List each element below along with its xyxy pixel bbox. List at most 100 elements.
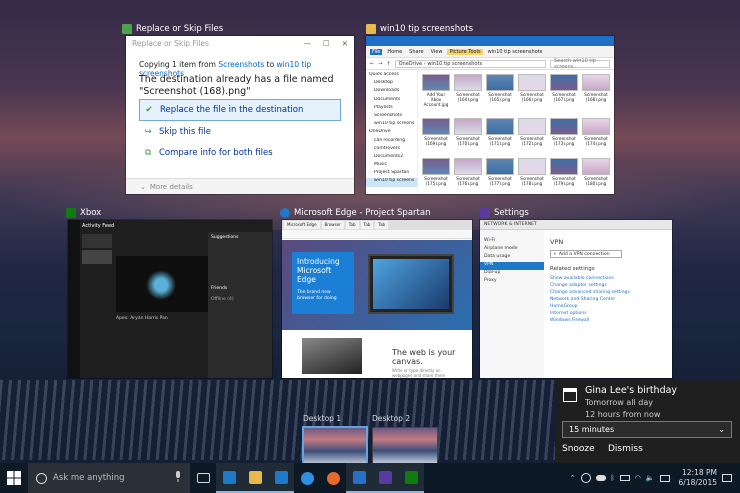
explorer-thumbnail[interactable]: File Home Share View Picture Tools win10… xyxy=(366,36,614,194)
snooze-duration-select[interactable]: 15 minutes ⌄ xyxy=(562,421,732,438)
file-item[interactable]: Screenshot (170).png xyxy=(454,118,482,154)
close-icon[interactable]: ✕ xyxy=(342,39,348,48)
taskbar-app-edge[interactable] xyxy=(294,463,320,493)
nav-item[interactable]: Quick access xyxy=(366,72,417,80)
wifi-icon[interactable]: ◠ xyxy=(635,474,641,482)
taskbar-app-xbox[interactable] xyxy=(398,463,424,493)
file-item[interactable]: Screenshot (177).png xyxy=(486,157,514,194)
file-item[interactable]: Screenshot (176).png xyxy=(454,157,482,194)
nav-item[interactable]: Documents xyxy=(366,97,417,105)
add-vpn-button[interactable]: + Add a VPN connection xyxy=(550,250,622,258)
tab-file[interactable]: File xyxy=(370,48,383,55)
nav-item[interactable]: Documents2 xyxy=(366,154,417,162)
file-item[interactable]: Screenshot (165).png xyxy=(486,74,514,115)
file-item[interactable]: Screenshot (166).png xyxy=(518,74,546,115)
more-details-toggle[interactable]: ⌄ More details xyxy=(126,178,354,194)
browser-tab[interactable]: Tab xyxy=(360,221,374,229)
file-item[interactable]: Screenshot (180).png xyxy=(582,157,610,194)
settings-nav-item[interactable]: Dial-up xyxy=(480,270,544,278)
settings-link[interactable]: Windows Firewall xyxy=(550,318,666,325)
taskbar-app-firefox[interactable] xyxy=(320,463,346,493)
window-caption-replace[interactable]: Replace or Skip Files xyxy=(122,22,223,36)
settings-nav-item[interactable]: Wi-Fi xyxy=(480,238,544,246)
start-button[interactable] xyxy=(0,463,28,493)
browser-tab[interactable]: Tab xyxy=(375,221,389,229)
up-icon[interactable]: ↑ xyxy=(386,61,390,67)
window-caption-explorer[interactable]: win10 tip screenshots xyxy=(366,22,473,36)
settings-link[interactable]: Internet options xyxy=(550,311,666,318)
skip-option[interactable]: ↪ Skip this file xyxy=(139,121,341,143)
nav-item[interactable]: Downloads xyxy=(366,88,417,96)
compare-option[interactable]: ⧉ Compare info for both files xyxy=(139,142,341,164)
file-item[interactable]: Add Your Xbox Account.jpg xyxy=(422,74,450,115)
nav-item[interactable]: comtrovers xyxy=(366,146,417,154)
snooze-button[interactable]: Snooze xyxy=(562,444,606,454)
settings-link[interactable]: Change advanced sharing settings xyxy=(550,290,666,297)
taskbar-app-task-view[interactable] xyxy=(190,463,216,493)
file-item[interactable]: Screenshot (172).png xyxy=(518,118,546,154)
taskbar-app-mail[interactable] xyxy=(346,463,372,493)
file-item[interactable]: Screenshot (167).png xyxy=(550,74,578,115)
nav-item[interactable]: win10 tip screens xyxy=(366,178,417,187)
tab-share[interactable]: Share xyxy=(407,49,425,55)
edge-thumbnail[interactable]: Microsoft Edge Browser Tab Tab Tab Intro… xyxy=(282,220,472,378)
settings-nav-item[interactable]: Airplane mode xyxy=(480,246,544,254)
nav-item[interactable]: Screenshots xyxy=(366,113,417,121)
settings-nav-item[interactable]: Data usage xyxy=(480,254,544,262)
file-item[interactable]: Screenshot (164).png xyxy=(454,74,482,115)
nav-item[interactable]: win10 tip screens xyxy=(366,121,417,129)
nav-item[interactable]: Desktop xyxy=(366,80,417,88)
search-input[interactable]: Search win10 tip screens... xyxy=(550,58,610,70)
settings-link[interactable]: HomeGroup xyxy=(550,304,666,311)
settings-nav-item[interactable]: Proxy xyxy=(480,278,544,286)
bluetooth-icon[interactable]: ᛒ xyxy=(611,474,615,482)
action-center-icon[interactable] xyxy=(722,474,732,482)
desktop-2-thumbnail[interactable] xyxy=(372,427,438,467)
settings-link[interactable]: Change adapter settings xyxy=(550,283,666,290)
browser-tab[interactable]: Microsoft Edge xyxy=(284,221,320,229)
window-caption-edge[interactable]: Microsoft Edge - Project Spartan xyxy=(280,206,430,220)
onedrive-icon[interactable] xyxy=(595,475,606,481)
nav-item[interactable]: Playlists xyxy=(366,105,417,113)
settings-link[interactable]: Network and Sharing Center xyxy=(550,297,666,304)
dismiss-button[interactable]: Dismiss xyxy=(608,444,654,454)
address-bar[interactable]: OneDrive › win10 tip screenshots xyxy=(394,59,546,68)
nav-item[interactable]: OneDrive xyxy=(366,129,417,137)
source-folder-link[interactable]: Screenshots xyxy=(218,60,264,69)
nav-item[interactable]: Project Spartan xyxy=(366,170,417,178)
file-item[interactable]: Screenshot (169).png xyxy=(422,118,450,154)
taskbar-app-store[interactable] xyxy=(268,463,294,493)
browser-tab[interactable]: Browser xyxy=(321,221,344,229)
browser-address-bar[interactable] xyxy=(282,230,472,239)
settings-nav-item-selected[interactable]: VPN xyxy=(480,262,544,270)
file-item[interactable]: Screenshot (179).png xyxy=(550,157,578,194)
settings-thumbnail[interactable]: NETWORK & INTERNET Wi-Fi Airplane mode D… xyxy=(480,220,672,378)
keyboard-icon[interactable] xyxy=(659,474,670,482)
tab-picture-tools[interactable]: Picture Tools xyxy=(447,48,483,55)
file-item[interactable]: Screenshot (178).png xyxy=(518,157,546,194)
taskbar-app-settings[interactable] xyxy=(372,463,398,493)
tab-home[interactable]: Home xyxy=(385,49,404,55)
microphone-icon[interactable] xyxy=(174,471,182,483)
settings-link[interactable]: Show available connections xyxy=(550,276,666,283)
file-item[interactable]: Screenshot (175).png xyxy=(422,157,450,194)
maximize-icon[interactable]: ☐ xyxy=(323,39,330,48)
browser-tab[interactable]: Tab xyxy=(345,221,359,229)
forward-icon[interactable]: → xyxy=(378,61,382,67)
tab-view[interactable]: View xyxy=(429,49,445,55)
replace-option[interactable]: ✔ Replace the file in the destination xyxy=(139,99,341,121)
volume-icon[interactable]: 🔈 xyxy=(646,474,655,482)
taskbar-app-edge-preview[interactable] xyxy=(216,463,242,493)
file-item[interactable]: Screenshot (171).png xyxy=(486,118,514,154)
cortana-search-box[interactable]: Ask me anything xyxy=(28,463,190,493)
window-caption-xbox[interactable]: Xbox xyxy=(66,206,101,220)
nav-item[interactable]: call recording xyxy=(366,138,417,146)
nav-item[interactable]: Music xyxy=(366,162,417,170)
tray-chevron-icon[interactable]: ⌃ xyxy=(570,474,576,482)
clock[interactable]: 12:18 PM 6/18/2015 xyxy=(679,468,717,488)
file-item[interactable]: Screenshot (174).png xyxy=(582,118,610,154)
back-icon[interactable]: ← xyxy=(370,61,374,67)
xbox-thumbnail[interactable]: Activity Feed Apex: Aryan Harris Pan Sug… xyxy=(68,220,272,378)
file-item[interactable]: Screenshot (173).png xyxy=(550,118,578,154)
file-item[interactable]: Screenshot (168).png xyxy=(582,74,610,115)
